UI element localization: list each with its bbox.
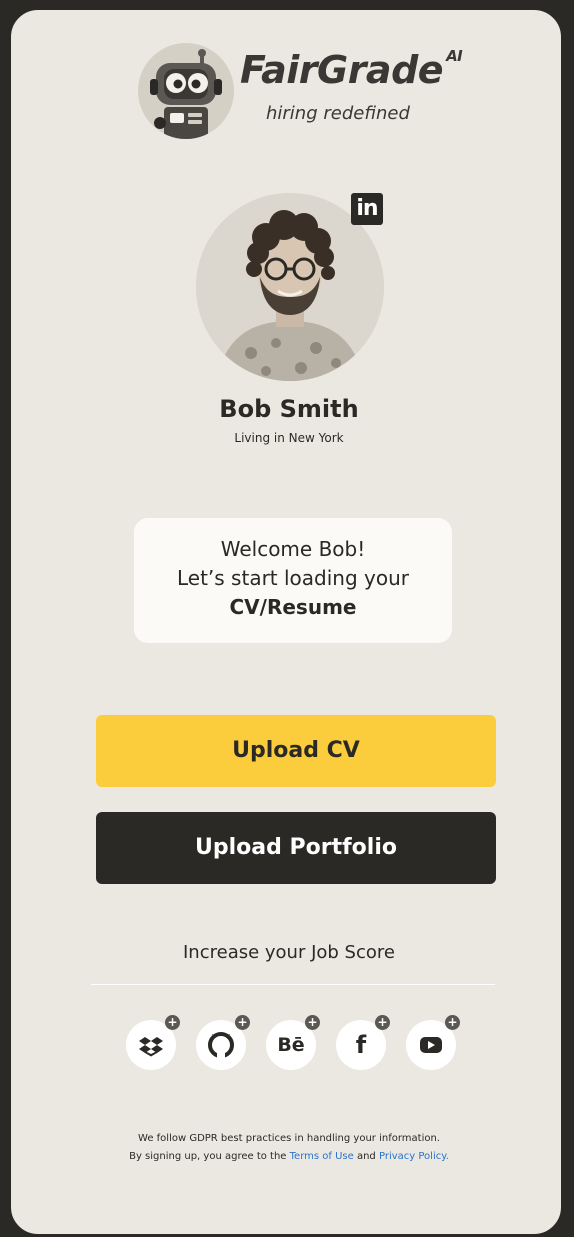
privacy-policy-link[interactable]: Privacy Policy.: [379, 1151, 449, 1162]
brand-name: FairGrade AI: [240, 47, 463, 92]
brand-ai-superscript: AI: [446, 47, 463, 65]
divider: [91, 984, 495, 985]
job-score-title: Increase your Job Score: [183, 942, 395, 963]
gdpr-notice: We follow GDPR best practices in handlin…: [138, 1133, 440, 1144]
welcome-card: Welcome Bob! Let’s start loading your CV…: [134, 518, 452, 643]
connect-facebook-button[interactable]: f +: [336, 1015, 390, 1070]
terms-of-use-link[interactable]: Terms of Use: [290, 1151, 354, 1162]
add-youtube-plus-icon: +: [445, 1015, 460, 1030]
connect-github-button[interactable]: +: [196, 1015, 250, 1070]
linkedin-icon[interactable]: in: [351, 193, 383, 225]
gdpr-footer: We follow GDPR best practices in handlin…: [11, 1130, 561, 1166]
welcome-greeting: Welcome Bob!: [220, 537, 366, 561]
brand-tagline: hiring redefined: [266, 103, 410, 124]
connect-dropbox-button[interactable]: +: [126, 1015, 180, 1070]
connect-youtube-button[interactable]: +: [406, 1015, 460, 1070]
robot-mascot-icon: [138, 43, 234, 139]
terms-notice: By signing up, you agree to the Terms of…: [129, 1151, 449, 1162]
brand-logo: FairGrade AI hiring redefined: [138, 43, 463, 143]
profile-name: Bob Smith: [219, 395, 359, 423]
add-dropbox-plus-icon: +: [165, 1015, 180, 1030]
profile-location: Living in New York: [234, 431, 344, 445]
add-facebook-plus-icon: +: [375, 1015, 390, 1030]
upload-cv-button[interactable]: Upload CV: [96, 715, 496, 787]
add-github-plus-icon: +: [235, 1015, 250, 1030]
welcome-document-type: CV/Resume: [229, 595, 357, 619]
add-behance-plus-icon: +: [305, 1015, 320, 1030]
app-screen: FairGrade AI hiring redefined in Bob Smi…: [8, 7, 564, 1237]
welcome-instruction: Let’s start loading your: [176, 566, 409, 590]
upload-portfolio-button[interactable]: Upload Portfolio: [96, 812, 496, 884]
connect-behance-button[interactable]: Bē +: [266, 1015, 320, 1070]
